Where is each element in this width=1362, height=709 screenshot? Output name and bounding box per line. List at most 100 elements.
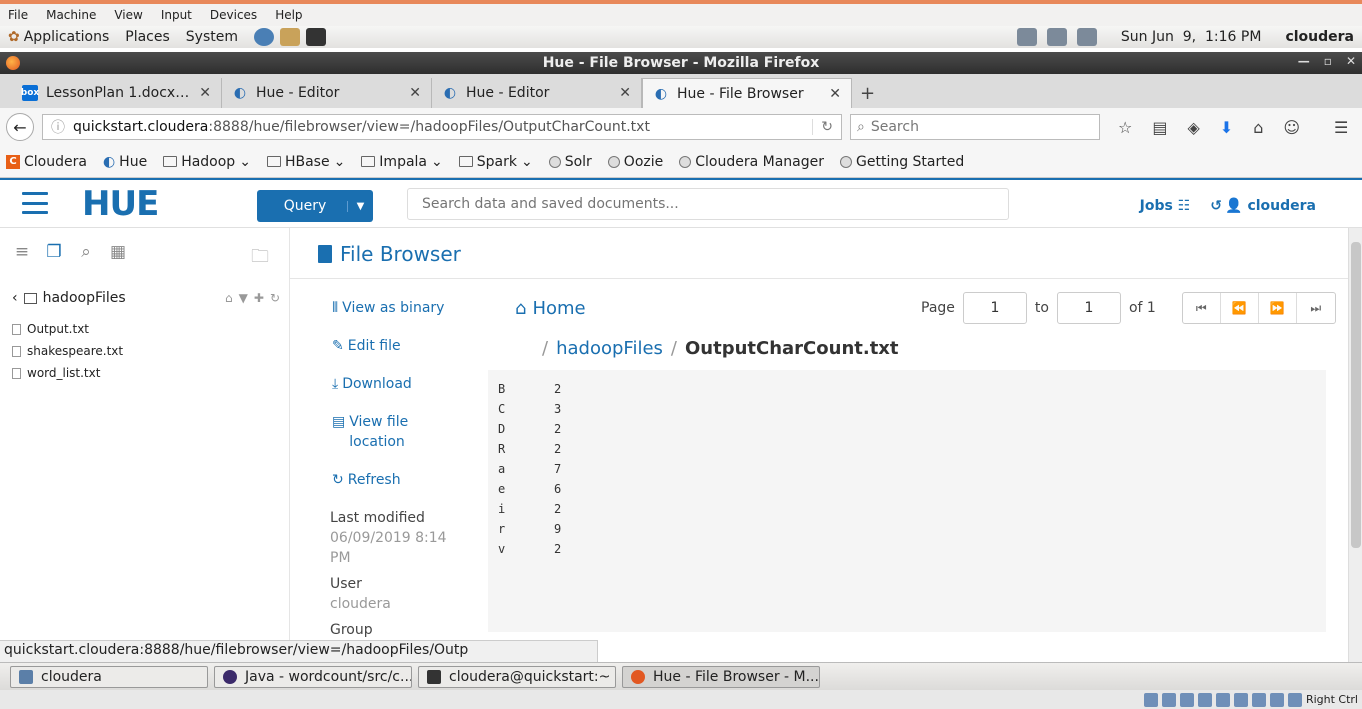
user-menu[interactable]: 👤 cloudera (1225, 198, 1316, 214)
refresh-link[interactable]: ↻ Refresh (332, 470, 462, 490)
files-icon[interactable]: ❐ (44, 242, 64, 262)
taskbar-item-cloudera[interactable]: cloudera (10, 665, 208, 688)
new-tab-icon[interactable]: + (860, 78, 875, 108)
vm-menu-file[interactable]: File (8, 8, 28, 22)
hue-logo[interactable]: HUE (82, 184, 159, 224)
bookmark-oozie[interactable]: Oozie (607, 154, 663, 170)
current-folder-name[interactable]: hadoopFiles (43, 290, 126, 306)
grid-icon[interactable]: ▦ (108, 242, 128, 262)
tab-hue-editor-1[interactable]: ◐ Hue - Editor ✕ (222, 78, 432, 108)
refresh-icon[interactable]: ↻ (270, 291, 280, 305)
list-item[interactable]: word_list.txt (12, 362, 123, 384)
bookmark-star-icon[interactable]: ☆ (1118, 118, 1132, 137)
recording-icon[interactable] (1251, 692, 1266, 707)
view-as-binary-link[interactable]: ⦀ View as binary (332, 298, 462, 318)
cpu-icon[interactable] (1269, 692, 1284, 707)
system-menu[interactable]: System (186, 29, 238, 45)
bookmark-getting-started[interactable]: Getting Started (840, 154, 964, 170)
query-button[interactable]: Query ▼ (257, 190, 373, 222)
maximize-icon[interactable]: ▫ (1324, 54, 1332, 68)
taskbar-item-java[interactable]: Java - wordcount/src/c... (214, 665, 412, 688)
chevron-left-icon[interactable]: ‹ (12, 290, 18, 306)
mail-launcher-icon[interactable] (280, 28, 300, 46)
vm-menu-view[interactable]: View (114, 8, 142, 22)
next-page-icon[interactable]: ⏩ (1259, 293, 1297, 323)
history-icon[interactable]: ↺ (1210, 198, 1222, 214)
filter-icon[interactable]: ▼ (239, 291, 248, 305)
page-from-input[interactable] (962, 292, 1027, 324)
page-scrollbar[interactable] (1348, 228, 1362, 662)
folder-open-icon[interactable]: 🗀 (251, 244, 269, 274)
scrollbar-thumb[interactable] (1351, 242, 1361, 548)
panel-user[interactable]: cloudera (1285, 29, 1354, 45)
tab-close-icon[interactable]: ✕ (409, 85, 421, 101)
tab-close-icon[interactable]: ✕ (199, 85, 211, 101)
last-page-icon[interactable]: ⏭ (1297, 293, 1335, 323)
clock[interactable]: Sun Jun 9, 1:16 PM (1121, 29, 1262, 45)
reload-icon[interactable]: ↻ (812, 119, 833, 135)
minimize-icon[interactable]: — (1298, 54, 1310, 68)
pocket-icon[interactable]: ◈ (1187, 118, 1199, 137)
tab-hue-editor-2[interactable]: ◐ Hue - Editor ✕ (432, 78, 642, 108)
bookmark-solr[interactable]: Solr (548, 154, 592, 170)
tab-close-icon[interactable]: ✕ (619, 85, 631, 101)
bookmark-folder-hadoop[interactable]: Hadoop ⌄ (163, 154, 251, 170)
power-icon[interactable] (1076, 28, 1097, 46)
view-file-location-link[interactable]: ▤ View file location (332, 412, 462, 452)
hue-search-input[interactable] (407, 188, 1009, 220)
bookmark-folder-spark[interactable]: Spark ⌄ (458, 154, 533, 170)
search-icon[interactable]: ⌕ (76, 242, 96, 262)
reading-list-icon[interactable]: ▤ (1152, 118, 1167, 137)
page-to-input[interactable] (1056, 292, 1121, 324)
usb-icon[interactable] (1179, 692, 1194, 707)
applications-menu[interactable]: ✿ Applications (8, 29, 109, 45)
taskbar-item-firefox[interactable]: Hue - File Browser - M... (622, 665, 820, 688)
tab-hue-file-browser[interactable]: ◐ Hue - File Browser ✕ (642, 78, 852, 108)
download-link[interactable]: ⤓ Download (332, 374, 462, 394)
disk-icon[interactable] (1143, 692, 1158, 707)
mouse-integration-icon[interactable] (1287, 692, 1302, 707)
volume-icon[interactable] (1016, 28, 1037, 46)
add-icon[interactable]: ✚ (254, 291, 264, 305)
close-icon[interactable]: ✕ (1346, 54, 1356, 68)
download-icon[interactable]: ⬇ (1220, 118, 1233, 137)
home-icon[interactable]: ⌂ (225, 291, 233, 305)
edit-file-link[interactable]: ✎ Edit file (332, 336, 462, 356)
places-menu[interactable]: Places (125, 29, 170, 45)
taskbar-item-terminal[interactable]: cloudera@quickstart:~ (418, 665, 616, 688)
network-icon[interactable] (1233, 692, 1248, 707)
terminal-launcher-icon[interactable] (306, 28, 326, 46)
menu-icon[interactable]: ☰ (1334, 118, 1348, 137)
home-icon[interactable]: ⌂ (1253, 118, 1263, 137)
vm-menu-devices[interactable]: Devices (210, 8, 257, 22)
back-arrow-icon[interactable]: ← (6, 113, 34, 141)
hamburger-menu-icon[interactable] (22, 192, 48, 214)
previous-page-icon[interactable]: ⏪ (1221, 293, 1259, 323)
bookmark-hue[interactable]: ◐ Hue (103, 154, 147, 170)
vm-menu-help[interactable]: Help (275, 8, 302, 22)
display-icon[interactable] (1215, 692, 1230, 707)
bookmark-cloudera[interactable]: C Cloudera (6, 154, 87, 170)
optical-icon[interactable] (1161, 692, 1176, 707)
jobs-button[interactable]: Jobs ☷ (1140, 198, 1191, 214)
list-item[interactable]: shakespeare.txt (12, 340, 123, 362)
browser-search-input[interactable]: ⌕ Search (850, 114, 1100, 140)
caret-down-icon[interactable]: ▼ (347, 200, 373, 212)
first-page-icon[interactable]: ⏮ (1183, 293, 1221, 323)
vm-menu-input[interactable]: Input (161, 8, 192, 22)
vm-menu-machine[interactable]: Machine (46, 8, 96, 22)
url-bar[interactable]: ⓘ quickstart.cloudera:8888/hue/filebrows… (42, 114, 842, 140)
tab-lessonplan[interactable]: box LessonPlan 1.docx | ... ✕ (12, 78, 222, 108)
breadcrumb-folder[interactable]: hadoopFiles (556, 338, 663, 359)
chat-icon[interactable]: ☺ (1283, 118, 1300, 137)
shared-folder-icon[interactable] (1197, 692, 1212, 707)
bookmark-folder-impala[interactable]: Impala ⌄ (361, 154, 443, 170)
tab-close-icon[interactable]: ✕ (829, 86, 841, 102)
network-icon[interactable] (1046, 28, 1067, 46)
info-icon[interactable]: ⓘ (51, 117, 65, 137)
bookmark-cloudera-manager[interactable]: Cloudera Manager (679, 154, 824, 170)
bookmark-folder-hbase[interactable]: HBase ⌄ (266, 154, 345, 170)
list-item[interactable]: Output.txt (12, 318, 123, 340)
home-link[interactable]: ⌂ Home (515, 298, 586, 319)
globe-launcher-icon[interactable] (254, 28, 274, 46)
